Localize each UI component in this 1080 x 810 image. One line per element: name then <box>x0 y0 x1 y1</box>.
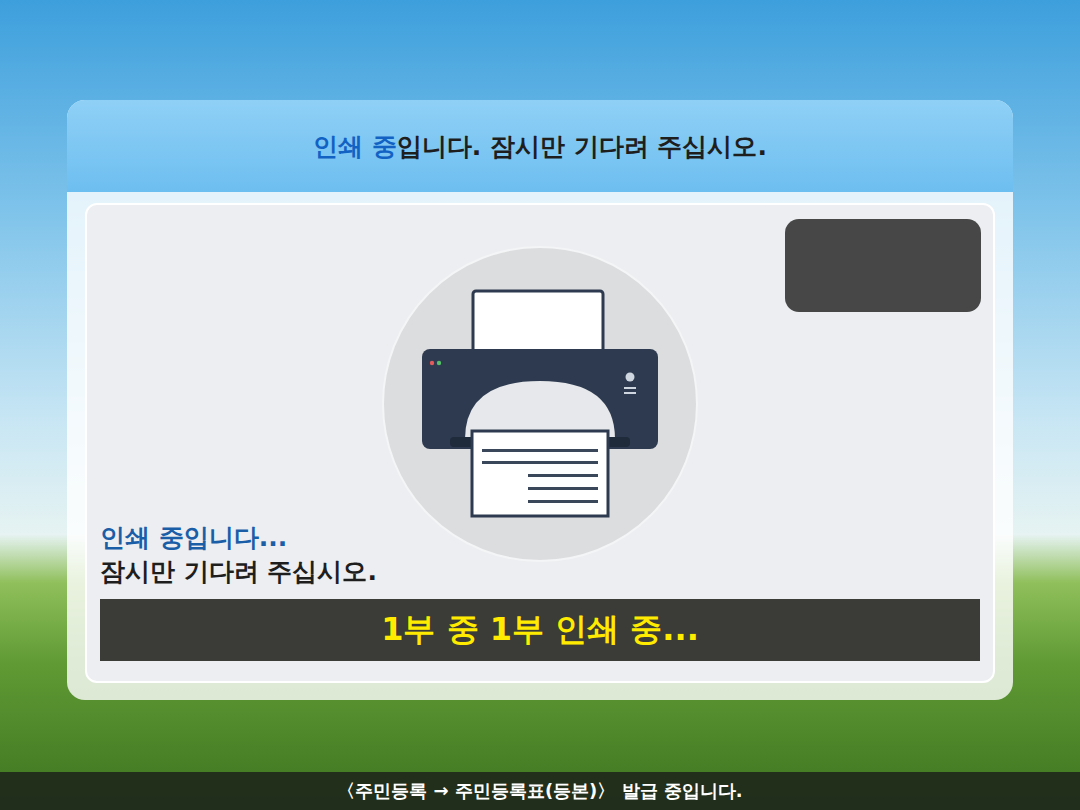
header-title: 인쇄 중입니다. 잠시만 기다려 주십시오. <box>313 130 767 163</box>
progress-text: 1부 중 1부 인쇄 중... <box>381 608 699 652</box>
kiosk-screen: 인쇄 중입니다. 잠시만 기다려 주십시오. 인쇄 중입니다... 잠시만 기다… <box>0 0 1080 810</box>
status-line-secondary: 잠시만 기다려 주십시오. <box>100 555 377 589</box>
progress-bar: 1부 중 1부 인쇄 중... <box>100 599 980 661</box>
print-panel: 인쇄 중입니다. 잠시만 기다려 주십시오. 인쇄 중입니다... 잠시만 기다… <box>67 100 1013 700</box>
info-box <box>785 219 981 312</box>
footer-text: 〈주민등록 → 주민등록표(등본)〉 발급 중입니다. <box>337 779 742 803</box>
footer-bar: 〈주민등록 → 주민등록표(등본)〉 발급 중입니다. <box>0 772 1080 810</box>
printer-circle <box>382 246 698 562</box>
printer-icon <box>420 289 660 519</box>
panel-body: 인쇄 중입니다... 잠시만 기다려 주십시오. 1부 중 1부 인쇄 중... <box>67 192 1013 700</box>
status-line-primary: 인쇄 중입니다... <box>100 521 377 555</box>
content-box: 인쇄 중입니다... 잠시만 기다려 주십시오. 1부 중 1부 인쇄 중... <box>85 203 995 683</box>
header-bar: 인쇄 중입니다. 잠시만 기다려 주십시오. <box>67 100 1013 192</box>
status-text: 인쇄 중입니다... 잠시만 기다려 주십시오. <box>100 521 377 589</box>
